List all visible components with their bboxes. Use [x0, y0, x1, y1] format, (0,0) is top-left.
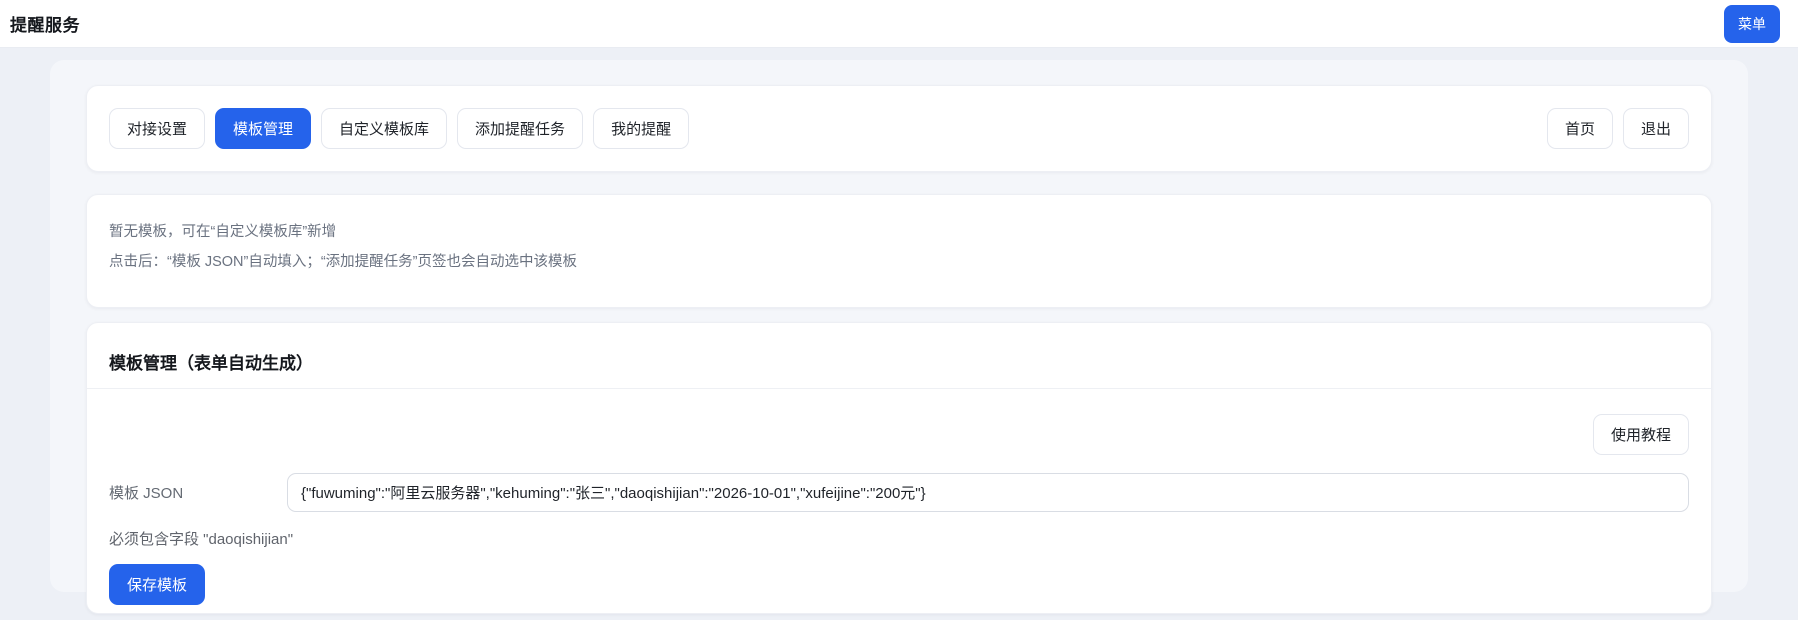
- topbar: 提醒服务 菜单: [0, 0, 1798, 48]
- main-content: 对接设置 模板管理 自定义模板库 添加提醒任务 我的提醒 首页 退出 暂无模板，…: [50, 60, 1748, 592]
- section-header: 模板管理（表单自动生成）: [87, 323, 1711, 389]
- template-management-section: 模板管理（表单自动生成） 使用教程 模板 JSON 必须包含字段 "daoqis…: [86, 322, 1712, 614]
- tutorial-row: 使用教程: [109, 414, 1689, 455]
- template-json-input[interactable]: [287, 473, 1689, 512]
- section-body: 使用教程 模板 JSON 必须包含字段 "daoqishijian" 保存模板: [87, 389, 1711, 613]
- tab-bar: 对接设置 模板管理 自定义模板库 添加提醒任务 我的提醒 首页 退出: [86, 85, 1712, 172]
- tab-my-reminders[interactable]: 我的提醒: [593, 108, 689, 149]
- template-json-label: 模板 JSON: [109, 482, 287, 503]
- tab-template-management[interactable]: 模板管理: [215, 108, 311, 149]
- tab-group-right: 首页 退出: [1547, 108, 1689, 149]
- notice-line-no-template: 暂无模板，可在“自定义模板库”新增: [109, 217, 1689, 247]
- app-title: 提醒服务: [10, 11, 80, 36]
- menu-button[interactable]: 菜单: [1724, 5, 1780, 43]
- required-field-hint: 必须包含字段 "daoqishijian": [109, 528, 1689, 549]
- logout-button[interactable]: 退出: [1623, 108, 1689, 149]
- tab-custom-template-library[interactable]: 自定义模板库: [321, 108, 447, 149]
- tab-connection-settings[interactable]: 对接设置: [109, 108, 205, 149]
- tab-group-left: 对接设置 模板管理 自定义模板库 添加提醒任务 我的提醒: [109, 108, 689, 149]
- section-title: 模板管理（表单自动生成）: [109, 349, 1689, 374]
- template-json-row: 模板 JSON: [109, 473, 1689, 512]
- tutorial-button[interactable]: 使用教程: [1593, 414, 1689, 455]
- notice-line-click-hint: 点击后：“模板 JSON”自动填入；“添加提醒任务”页签也会自动选中该模板: [109, 247, 1689, 277]
- save-template-button[interactable]: 保存模板: [109, 564, 205, 605]
- template-notice-panel: 暂无模板，可在“自定义模板库”新增 点击后：“模板 JSON”自动填入；“添加提…: [86, 194, 1712, 308]
- tab-add-reminder-task[interactable]: 添加提醒任务: [457, 108, 583, 149]
- home-button[interactable]: 首页: [1547, 108, 1613, 149]
